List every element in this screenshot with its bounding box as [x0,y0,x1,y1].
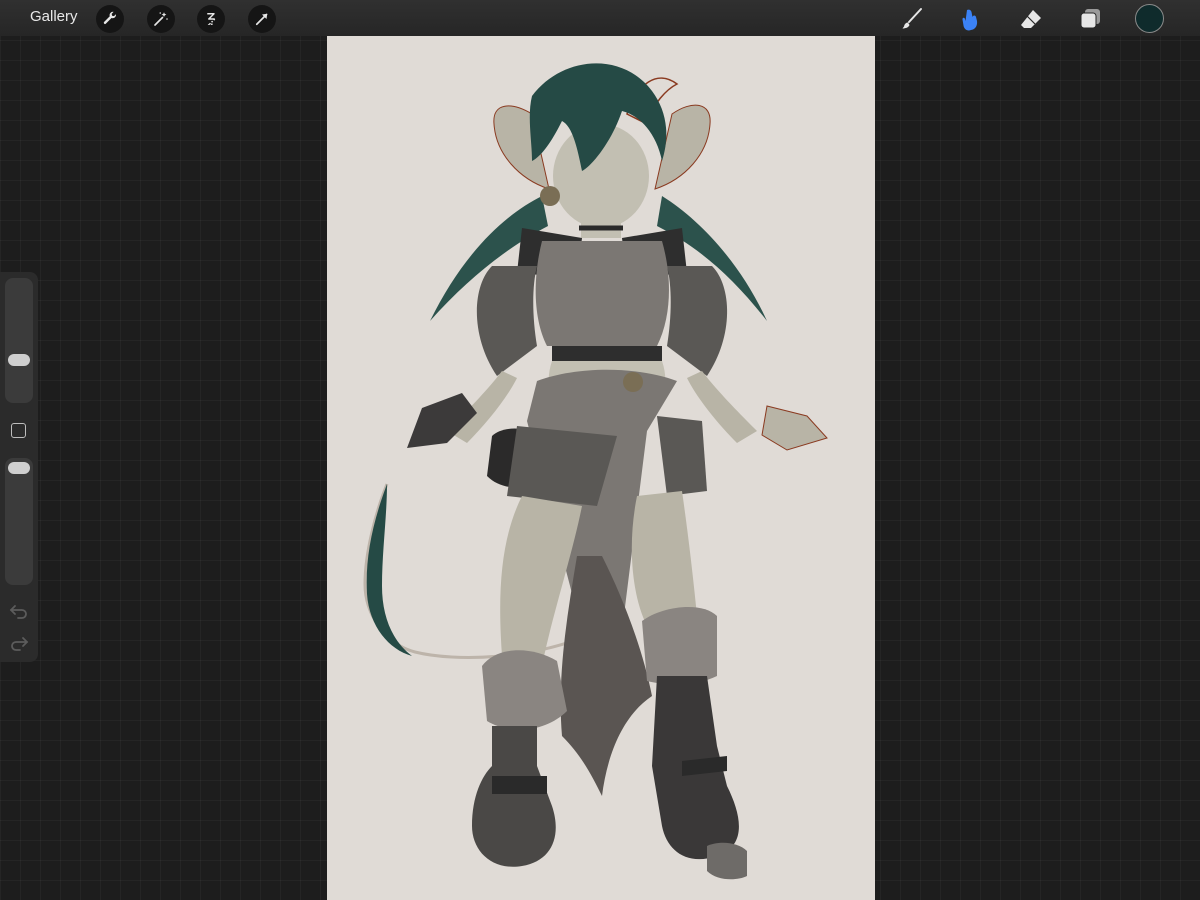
smudge-icon [962,9,978,31]
smudge-button[interactable] [956,4,986,34]
wrench-icon [103,11,116,25]
opacity-handle[interactable] [8,462,30,474]
brush-size-slider[interactable] [5,278,33,403]
gallery-button[interactable]: Gallery [30,8,78,25]
selection-button[interactable] [197,5,225,33]
layers-icon [1080,9,1100,29]
actions-wrench-button[interactable] [96,5,124,33]
redo-icon[interactable] [9,634,29,652]
brush-icon [902,8,922,29]
current-color-swatch[interactable] [1135,4,1164,33]
transform-button[interactable] [248,5,276,33]
undo-icon[interactable] [9,602,29,620]
eraser-icon [1021,10,1041,28]
adjustments-button[interactable] [147,5,175,33]
left-sidebar [0,272,38,662]
modify-button[interactable] [11,423,26,438]
opacity-slider[interactable] [5,458,33,585]
transform-icon [255,13,268,26]
selection-icon [207,13,216,25]
eraser-button[interactable] [1016,4,1046,34]
drawing-canvas[interactable] [327,36,875,900]
character-artwork [363,63,828,880]
magic-wand-icon [154,12,168,26]
paint-brush-button[interactable] [897,4,927,34]
brush-size-handle[interactable] [8,354,30,366]
top-toolbar: Gallery [0,0,1200,36]
layers-button[interactable] [1075,4,1105,34]
workspace[interactable]: Gallery [0,0,1200,900]
